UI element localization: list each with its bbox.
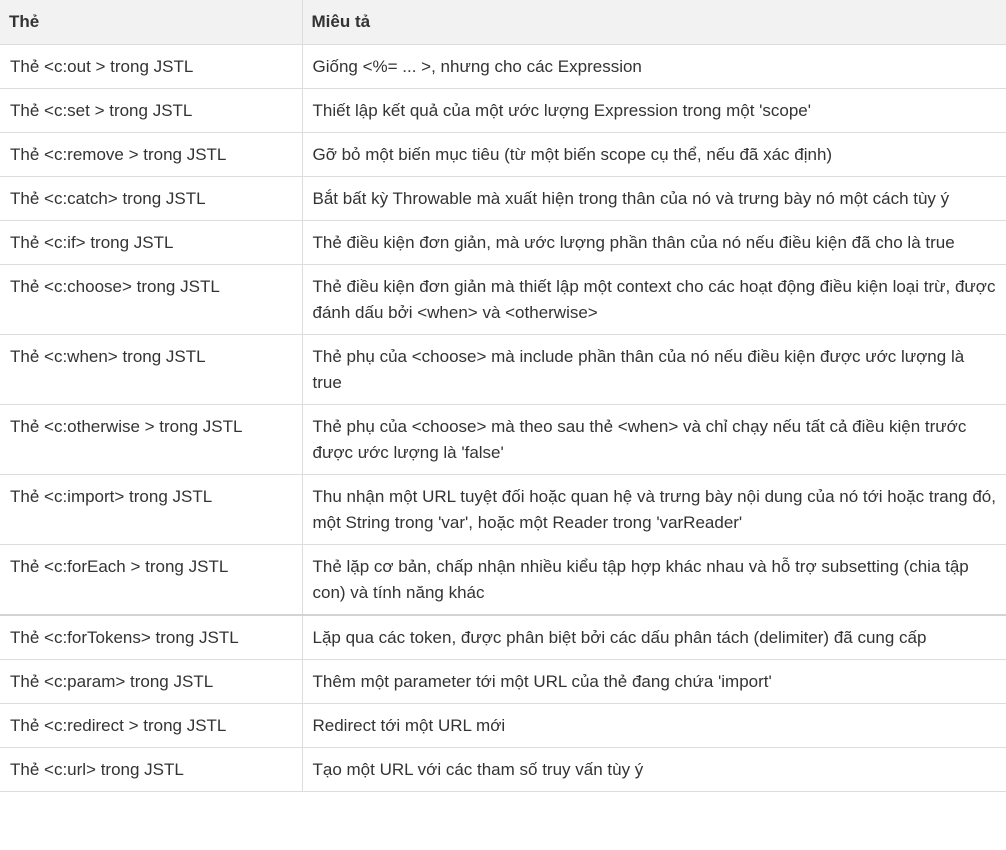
tag-cell: Thẻ <c:out > trong JSTL: [0, 44, 303, 89]
table-row: Thẻ <c:forEach > trong JSTL Thẻ lặp cơ b…: [0, 544, 1006, 615]
jstl-core-tags-table: Thẻ Miêu tả Thẻ <c:out > trong JSTL Giốn…: [0, 0, 1006, 792]
table-row: Thẻ <c:redirect > trong JSTL Redirect tớ…: [0, 703, 1006, 748]
table-row: Thẻ <c:forTokens> trong JSTL Lặp qua các…: [0, 613, 1006, 660]
table-row: Thẻ <c:import> trong JSTL Thu nhận một U…: [0, 474, 1006, 545]
table-row: Thẻ <c:if> trong JSTL Thẻ điều kiện đơn …: [0, 220, 1006, 265]
table-row: Thẻ <c:choose> trong JSTL Thẻ điều kiện …: [0, 264, 1006, 335]
tag-cell: Thẻ <c:choose> trong JSTL: [0, 264, 303, 335]
description-cell: Thẻ phụ của <choose> mà theo sau thẻ <wh…: [302, 404, 1006, 475]
description-cell: Bắt bất kỳ Throwable mà xuất hiện trong …: [302, 176, 1006, 221]
description-cell: Lặp qua các token, được phân biệt bởi cá…: [302, 613, 1006, 660]
header-description: Miêu tả: [302, 0, 1006, 45]
description-cell: Thiết lập kết quả của một ước lượng Expr…: [302, 88, 1006, 133]
tag-cell: Thẻ <c:otherwise > trong JSTL: [0, 404, 303, 475]
description-cell: Redirect tới một URL mới: [302, 703, 1006, 748]
table-row: Thẻ <c:out > trong JSTL Giống <%= ... >,…: [0, 44, 1006, 89]
description-cell: Thu nhận một URL tuyệt đối hoặc quan hệ …: [302, 474, 1006, 545]
tag-cell: Thẻ <c:if> trong JSTL: [0, 220, 303, 265]
tag-cell: Thẻ <c:redirect > trong JSTL: [0, 703, 303, 748]
tag-cell: Thẻ <c:set > trong JSTL: [0, 88, 303, 133]
description-cell: Gỡ bỏ một biến mục tiêu (từ một biến sco…: [302, 132, 1006, 177]
tag-cell: Thẻ <c:remove > trong JSTL: [0, 132, 303, 177]
description-cell: Tạo một URL với các tham số truy vấn tùy…: [302, 747, 1006, 792]
header-row: Thẻ Miêu tả: [0, 0, 1006, 45]
table-row: Thẻ <c:param> trong JSTL Thêm một parame…: [0, 659, 1006, 704]
description-cell: Thêm một parameter tới một URL của thẻ đ…: [302, 659, 1006, 704]
tag-cell: Thẻ <c:param> trong JSTL: [0, 659, 303, 704]
description-cell: Giống <%= ... >, nhưng cho các Expressio…: [302, 44, 1006, 89]
table-row: Thẻ <c:catch> trong JSTL Bắt bất kỳ Thro…: [0, 176, 1006, 221]
tag-cell: Thẻ <c:forEach > trong JSTL: [0, 544, 303, 615]
description-cell: Thẻ phụ của <choose> mà include phần thâ…: [302, 334, 1006, 405]
description-cell: Thẻ điều kiện đơn giản, mà ước lượng phầ…: [302, 220, 1006, 265]
description-cell: Thẻ lặp cơ bản, chấp nhận nhiều kiểu tập…: [302, 544, 1006, 615]
table-row: Thẻ <c:when> trong JSTL Thẻ phụ của <cho…: [0, 334, 1006, 405]
tag-cell: Thẻ <c:when> trong JSTL: [0, 334, 303, 405]
table-row: Thẻ <c:remove > trong JSTL Gỡ bỏ một biế…: [0, 132, 1006, 177]
tag-cell: Thẻ <c:catch> trong JSTL: [0, 176, 303, 221]
tag-cell: Thẻ <c:url> trong JSTL: [0, 747, 303, 792]
tag-cell: Thẻ <c:forTokens> trong JSTL: [0, 613, 303, 660]
table-body: Thẻ <c:out > trong JSTL Giống <%= ... >,…: [0, 44, 1006, 792]
table-row: Thẻ <c:otherwise > trong JSTL Thẻ phụ củ…: [0, 404, 1006, 475]
table-header: Thẻ Miêu tả: [0, 0, 1006, 45]
header-tag: Thẻ: [0, 0, 303, 45]
tag-cell: Thẻ <c:import> trong JSTL: [0, 474, 303, 545]
table-row: Thẻ <c:url> trong JSTL Tạo một URL với c…: [0, 747, 1006, 792]
description-cell: Thẻ điều kiện đơn giản mà thiết lập một …: [302, 264, 1006, 335]
table-row: Thẻ <c:set > trong JSTL Thiết lập kết qu…: [0, 88, 1006, 133]
